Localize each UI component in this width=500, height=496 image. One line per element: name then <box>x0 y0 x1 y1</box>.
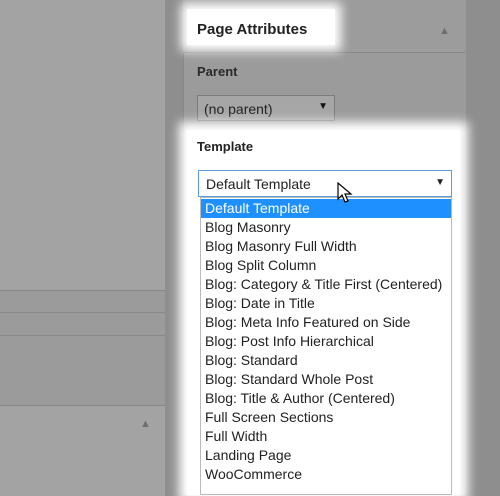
template-option[interactable]: Full Width <box>201 427 451 446</box>
divider <box>0 290 165 291</box>
triangle-up-icon[interactable]: ▲ <box>439 25 450 37</box>
parent-select-value: (no parent) <box>204 101 273 117</box>
template-option[interactable]: Blog: Title & Author (Centered) <box>201 389 451 408</box>
chevron-down-icon: ▼ <box>318 101 328 112</box>
template-option[interactable]: Blog: Category & Title First (Centered) <box>201 275 451 294</box>
template-dropdown[interactable]: Default Template Blog Masonry Blog Mason… <box>200 197 452 495</box>
template-option[interactable]: Blog: Standard <box>201 351 451 370</box>
template-select-value: Default Template <box>206 176 311 192</box>
editor-area <box>0 0 165 290</box>
template-label: Template <box>197 139 254 154</box>
template-option[interactable]: Blog Split Column <box>201 256 451 275</box>
template-option[interactable]: Full Screen Sections <box>201 408 451 427</box>
parent-label: Parent <box>197 64 238 79</box>
parent-select[interactable]: (no parent) ▼ <box>197 95 335 121</box>
template-option[interactable]: Blog Masonry Full Width <box>201 237 451 256</box>
template-option[interactable]: Blog: Meta Info Featured on Side <box>201 313 451 332</box>
chevron-down-icon: ▼ <box>435 177 445 188</box>
template-option[interactable]: WooCommerce <box>201 465 451 484</box>
template-select[interactable]: Default Template ▼ <box>198 170 452 197</box>
template-option[interactable]: Blog: Standard Whole Post <box>201 370 451 389</box>
template-option[interactable]: Landing Page <box>201 446 451 465</box>
template-option[interactable]: Blog: Post Info Hierarchical <box>201 332 451 351</box>
divider <box>0 312 165 313</box>
mouse-pointer-icon <box>337 182 353 203</box>
template-option[interactable]: Blog Masonry <box>201 218 451 237</box>
template-option[interactable]: Blog: Date in Title <box>201 294 451 313</box>
template-option[interactable]: Default Template <box>201 199 451 218</box>
triangle-up-icon[interactable]: ▲ <box>140 418 151 430</box>
metabox-title: Page Attributes <box>197 21 308 38</box>
divider <box>0 335 165 336</box>
